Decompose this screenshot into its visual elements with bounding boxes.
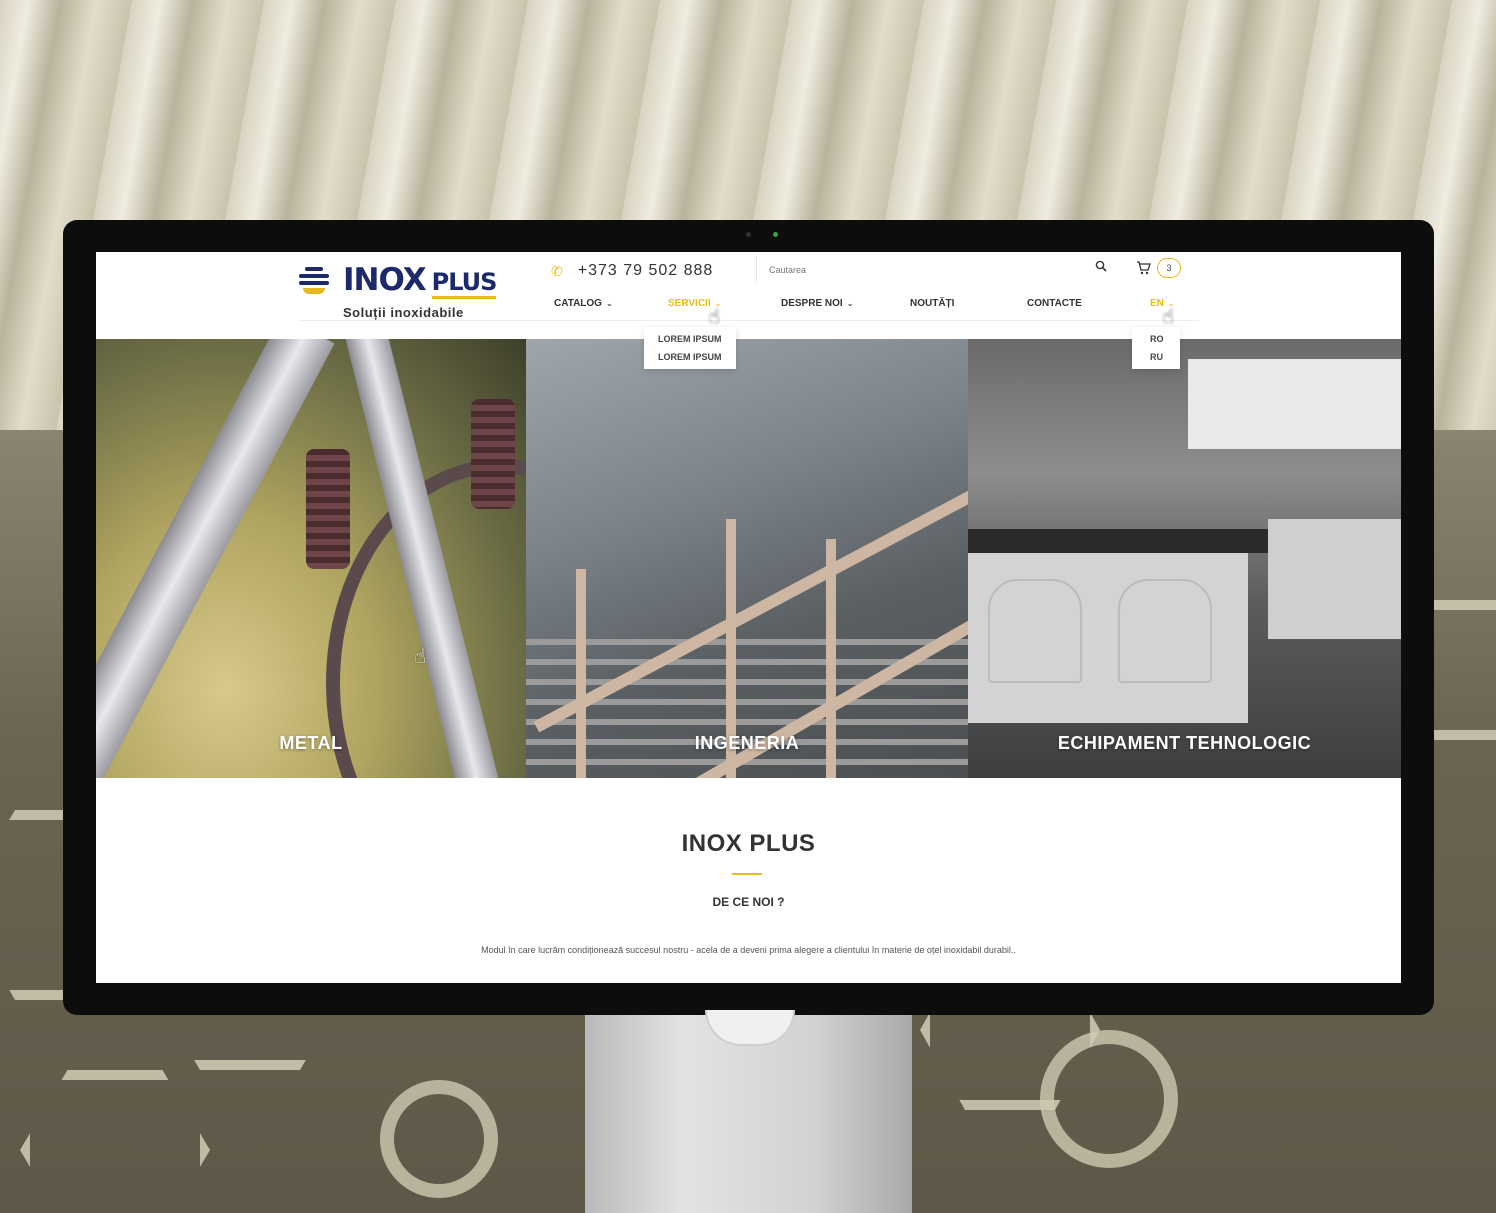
logo-tagline: Soluții inoxidabile (343, 305, 464, 320)
header-phone[interactable]: ✆ +373 79 502 888 (551, 260, 713, 282)
nav-item-noutati[interactable]: NOUTĂȚI (910, 298, 954, 309)
nav-item-contacte[interactable]: CONTACTE (1027, 298, 1082, 309)
services-dropdown-item[interactable]: LOREM IPSUM (644, 330, 736, 348)
hero-panel-echipament[interactable]: ECHIPAMENT TEHNOLOGIC (968, 339, 1401, 778)
hand-cursor-icon: ☝ (414, 646, 427, 668)
shock-absorber (306, 449, 350, 569)
phone-number: +373 79 502 888 (577, 262, 714, 279)
nav-item-despre-noi[interactable]: DESPRE NOI ⌄ (781, 298, 853, 309)
search-bar (756, 257, 1117, 283)
handrail (533, 477, 968, 733)
cart-count-badge: 3 (1157, 258, 1181, 278)
hero-label-ingeneria: INGENERIA (694, 733, 800, 753)
kitchen-cabinets (1188, 359, 1401, 449)
chevron-down-icon: ⌄ (605, 299, 613, 308)
header-divider (299, 320, 1199, 321)
services-dropdown: LOREM IPSUM LOREM IPSUM (644, 327, 736, 369)
services-dropdown-item[interactable]: LOREM IPSUM (644, 348, 736, 366)
kitchen-counter (968, 529, 1268, 553)
logo-wordmark: INOX PLUS (343, 262, 497, 299)
hero-panel-metal[interactable]: ☝ METAL (96, 339, 526, 778)
website-screen: INOX PLUS Soluții inoxidabile ✆ +373 79 5… (96, 252, 1401, 983)
hand-cursor-icon: ☝ (1162, 306, 1175, 328)
language-option-ro[interactable]: RO (1132, 330, 1180, 348)
site-logo[interactable]: INOX PLUS Soluții inoxidabile (299, 262, 514, 322)
title-underline (732, 873, 762, 875)
site-header: INOX PLUS Soluții inoxidabile ✆ +373 79 5… (96, 252, 1401, 338)
language-dropdown: RO RU (1132, 327, 1180, 369)
camera-dot (746, 232, 751, 237)
search-input[interactable] (767, 260, 1071, 280)
about-title: INOX PLUS (681, 830, 816, 857)
nav-item-catalog[interactable]: CATALOG ⌄ (554, 298, 613, 309)
about-section: INOX PLUS DE CE NOI ? Modul în care lucr… (96, 778, 1401, 983)
cart-icon (1137, 261, 1151, 275)
camera-indicator (773, 232, 778, 237)
about-text: Modul în care lucrăm condiționează succe… (481, 945, 1016, 955)
hand-cursor-icon: ☝ (708, 306, 721, 328)
chevron-down-icon: ⌄ (846, 299, 854, 308)
search-icon[interactable] (1095, 260, 1107, 272)
cart-button[interactable]: 3 (1136, 258, 1181, 278)
hero-label-metal: METAL (279, 733, 343, 753)
logo-mark-icon (299, 265, 329, 295)
hero-label-echipament: ECHIPAMENT TEHNOLOGIC (1057, 733, 1312, 753)
language-option-ru[interactable]: RU (1132, 348, 1180, 366)
hero-panel-ingeneria[interactable]: INGENERIA (526, 339, 968, 778)
phone-icon: ✆ (551, 262, 564, 279)
bar-stool (988, 579, 1082, 683)
about-subtitle: DE CE NOI ? (712, 895, 785, 909)
